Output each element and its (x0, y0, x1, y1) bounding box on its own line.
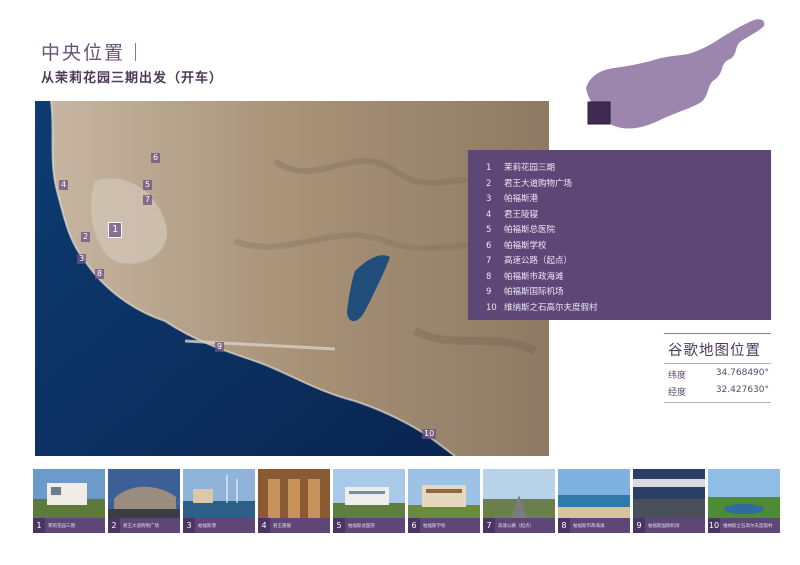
legend-item: 7 高速公路（起点） (486, 256, 573, 266)
thumbnail-2[interactable]: 2 君王大道购物广场 (108, 469, 180, 533)
thumbnail-caption: 君王陵寝 (273, 523, 291, 529)
map-marker-9[interactable]: 9 (215, 342, 225, 352)
map-marker-1[interactable]: 1 (108, 222, 123, 238)
thumbnail-3[interactable]: 3 帕福斯港 (183, 469, 255, 533)
map-marker-2[interactable]: 2 (81, 232, 91, 242)
thumbnail-photo (558, 469, 630, 518)
longitude-value: 32.427630° (715, 385, 769, 395)
thumbnail-caption: 帕福斯国际机场 (648, 523, 680, 529)
legend-item: 5 帕福斯总医院 (486, 225, 556, 235)
legend-item: 1 茉莉花园三期 (486, 163, 556, 173)
thumbnail-caption: 维纳斯之石高尔夫度假村 (723, 523, 773, 529)
thumbnail-caption: 高速公路（起点） (498, 523, 534, 529)
legend-item: 10 维纳斯之石高尔夫度假村 (486, 302, 598, 313)
cyprus-locator-map (578, 16, 774, 134)
thumbnail-photo (483, 469, 555, 518)
map-marker-10[interactable]: 10 (422, 429, 437, 439)
location-legend: 1 茉莉花园三期 2 君王大道购物广场 3 帕福斯港 4 君王陵寝 5 帕福斯总医院 6帕… (468, 150, 771, 320)
legend-item: 4 君王陵寝 (486, 209, 539, 220)
page-title-text: 中央位置 (41, 42, 126, 64)
thumbnail-photo (183, 469, 255, 518)
thumbnail-number: 6 (408, 518, 420, 533)
thumbnail-photo (708, 469, 780, 518)
thumbnail-photo (108, 469, 180, 518)
thumbnail-number: 10 (708, 518, 720, 533)
thumbnail-photo (33, 469, 105, 518)
legend-item: 2 君王大道购物广场 (486, 178, 573, 189)
thumbnail-photo (258, 469, 330, 518)
thumbnail-number: 2 (108, 518, 120, 533)
thumbnail-8[interactable]: 8 帕福斯市政海滩 (558, 469, 630, 533)
longitude-label: 经度 (668, 388, 687, 398)
legend-item: 9 帕福斯国际机场 (486, 287, 564, 297)
thumbnail-number: 9 (633, 518, 645, 533)
thumbnail-1[interactable]: 1 茉莉花园三期 (33, 469, 105, 533)
thumbnail-number: 8 (558, 518, 570, 533)
thumbnail-caption: 帕福斯市政海滩 (573, 523, 605, 529)
google-map-coordinates: 谷歌地图位置 纬度 34.768490° 经度 32.427630° (664, 333, 771, 403)
thumbnail-9[interactable]: 9 帕福斯国际机场 (633, 469, 705, 533)
latitude-label: 纬度 (668, 371, 687, 381)
thumbnail-caption: 帕福斯总医院 (348, 523, 375, 529)
map-marker-8[interactable]: 8 (95, 269, 105, 279)
title-divider (135, 43, 137, 61)
thumbnail-photo (333, 469, 405, 518)
thumbnail-caption: 帕福斯港 (198, 523, 216, 529)
page-subtitle: 从茉莉花园三期出发（开车） (41, 71, 224, 86)
thumbnail-7[interactable]: 7 高速公路（起点） (483, 469, 555, 533)
map-marker-7[interactable]: 7 (143, 195, 153, 205)
map-marker-6[interactable]: 6 (151, 153, 161, 163)
thumbnail-caption: 君王大道购物广场 (123, 523, 159, 529)
thumbnail-number: 1 (33, 518, 45, 533)
thumbnail-number: 7 (483, 518, 495, 533)
latitude-value: 34.768490° (715, 368, 769, 378)
legend-item: 6 帕福斯学校 (486, 240, 547, 251)
thumbnail-caption: 茉莉花园三期 (48, 523, 75, 529)
legend-item: 8 帕福斯市政海滩 (486, 271, 564, 282)
legend-item: 3 帕福斯港 (486, 194, 539, 204)
map-marker-5[interactable]: 5 (143, 180, 153, 190)
latitude-row: 纬度 34.768490° (664, 363, 771, 383)
thumbnail-6[interactable]: 6 帕福斯学校 (408, 469, 480, 533)
photo-strip: 1 茉莉花园三期 2 君王大道购物广场 3 帕福斯港 4 君王陵寝 5 帕福斯总医院 6帕… (33, 469, 780, 533)
map-marker-4[interactable]: 4 (59, 180, 69, 190)
thumbnail-number: 4 (258, 518, 270, 533)
divider (664, 402, 771, 403)
coordinates-title: 谷歌地图位置 (668, 343, 761, 359)
page-title: 中央位置 (41, 38, 137, 65)
thumbnail-photo (408, 469, 480, 518)
thumbnail-photo (633, 469, 705, 518)
thumbnail-number: 3 (183, 518, 195, 533)
thumbnail-number: 5 (333, 518, 345, 533)
thumbnail-10[interactable]: 10 维纳斯之石高尔夫度假村 (708, 469, 780, 533)
longitude-row: 经度 32.427630° (664, 383, 771, 400)
thumbnail-5[interactable]: 5 帕福斯总医院 (333, 469, 405, 533)
thumbnail-caption: 帕福斯学校 (423, 523, 446, 529)
thumbnail-4[interactable]: 4 君王陵寝 (258, 469, 330, 533)
map-marker-3[interactable]: 3 (77, 254, 87, 264)
